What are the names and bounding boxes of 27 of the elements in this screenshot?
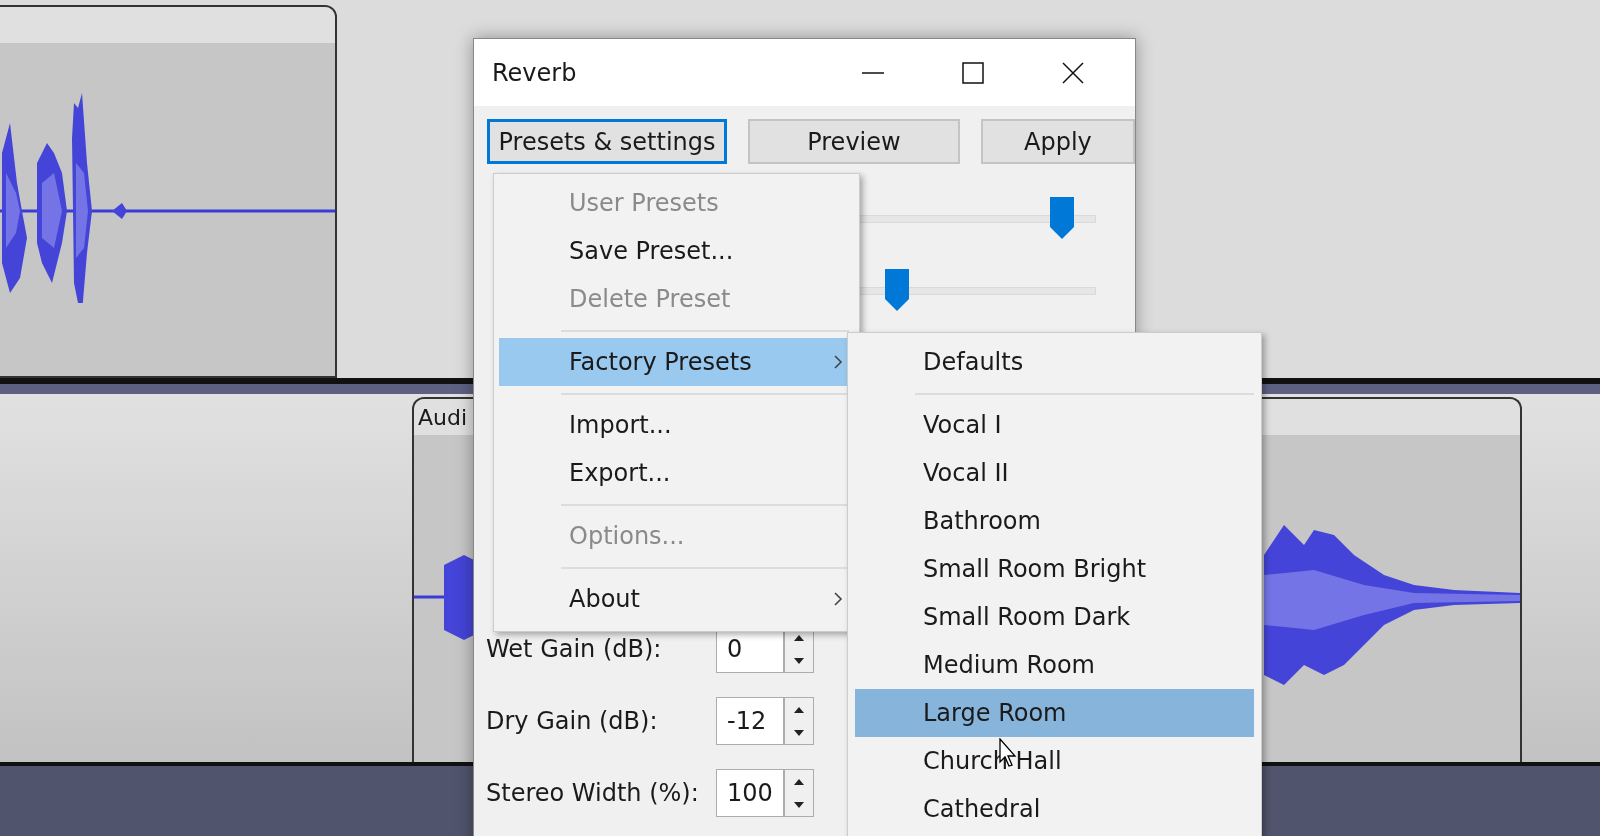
maximize-icon bbox=[962, 61, 984, 84]
number-field[interactable]: 100 bbox=[716, 769, 784, 817]
field-label: Wet Gain (dB): bbox=[486, 634, 663, 665]
slider-thumb[interactable] bbox=[1050, 197, 1075, 239]
number-field[interactable]: -12 bbox=[716, 697, 784, 745]
dialog-button[interactable]: Apply bbox=[980, 119, 1135, 164]
field-label: Stereo Width (%): bbox=[486, 778, 700, 809]
close-icon bbox=[1062, 61, 1084, 84]
menu-item[interactable]: Save Preset... bbox=[499, 227, 859, 275]
clip-title: Audi bbox=[418, 403, 468, 432]
field-label: Dry Gain (dB): bbox=[486, 706, 659, 737]
spin-buttons[interactable] bbox=[784, 769, 814, 817]
minimize-icon bbox=[862, 71, 884, 74]
menu-item[interactable]: Bathroom bbox=[855, 497, 1254, 545]
menu-item[interactable]: Vocal I bbox=[855, 401, 1254, 449]
menu-item[interactable]: Cathedral bbox=[855, 785, 1254, 833]
menu-item[interactable]: Vocal II bbox=[855, 449, 1254, 497]
window-title: Reverb bbox=[492, 57, 578, 89]
menu-item[interactable]: Small Room Bright bbox=[855, 545, 1254, 593]
menu-item[interactable]: Medium Room bbox=[855, 641, 1254, 689]
menu-item[interactable]: Large Room bbox=[855, 689, 1254, 737]
menu-item[interactable]: Church Hall bbox=[855, 737, 1254, 785]
spin-buttons[interactable] bbox=[784, 697, 814, 745]
dialog-button[interactable]: Preview bbox=[748, 119, 960, 164]
dialog-button[interactable]: Presets & settings bbox=[487, 119, 728, 164]
slider-thumb[interactable] bbox=[884, 269, 909, 311]
menu-item[interactable]: Small Room Dark bbox=[855, 593, 1254, 641]
